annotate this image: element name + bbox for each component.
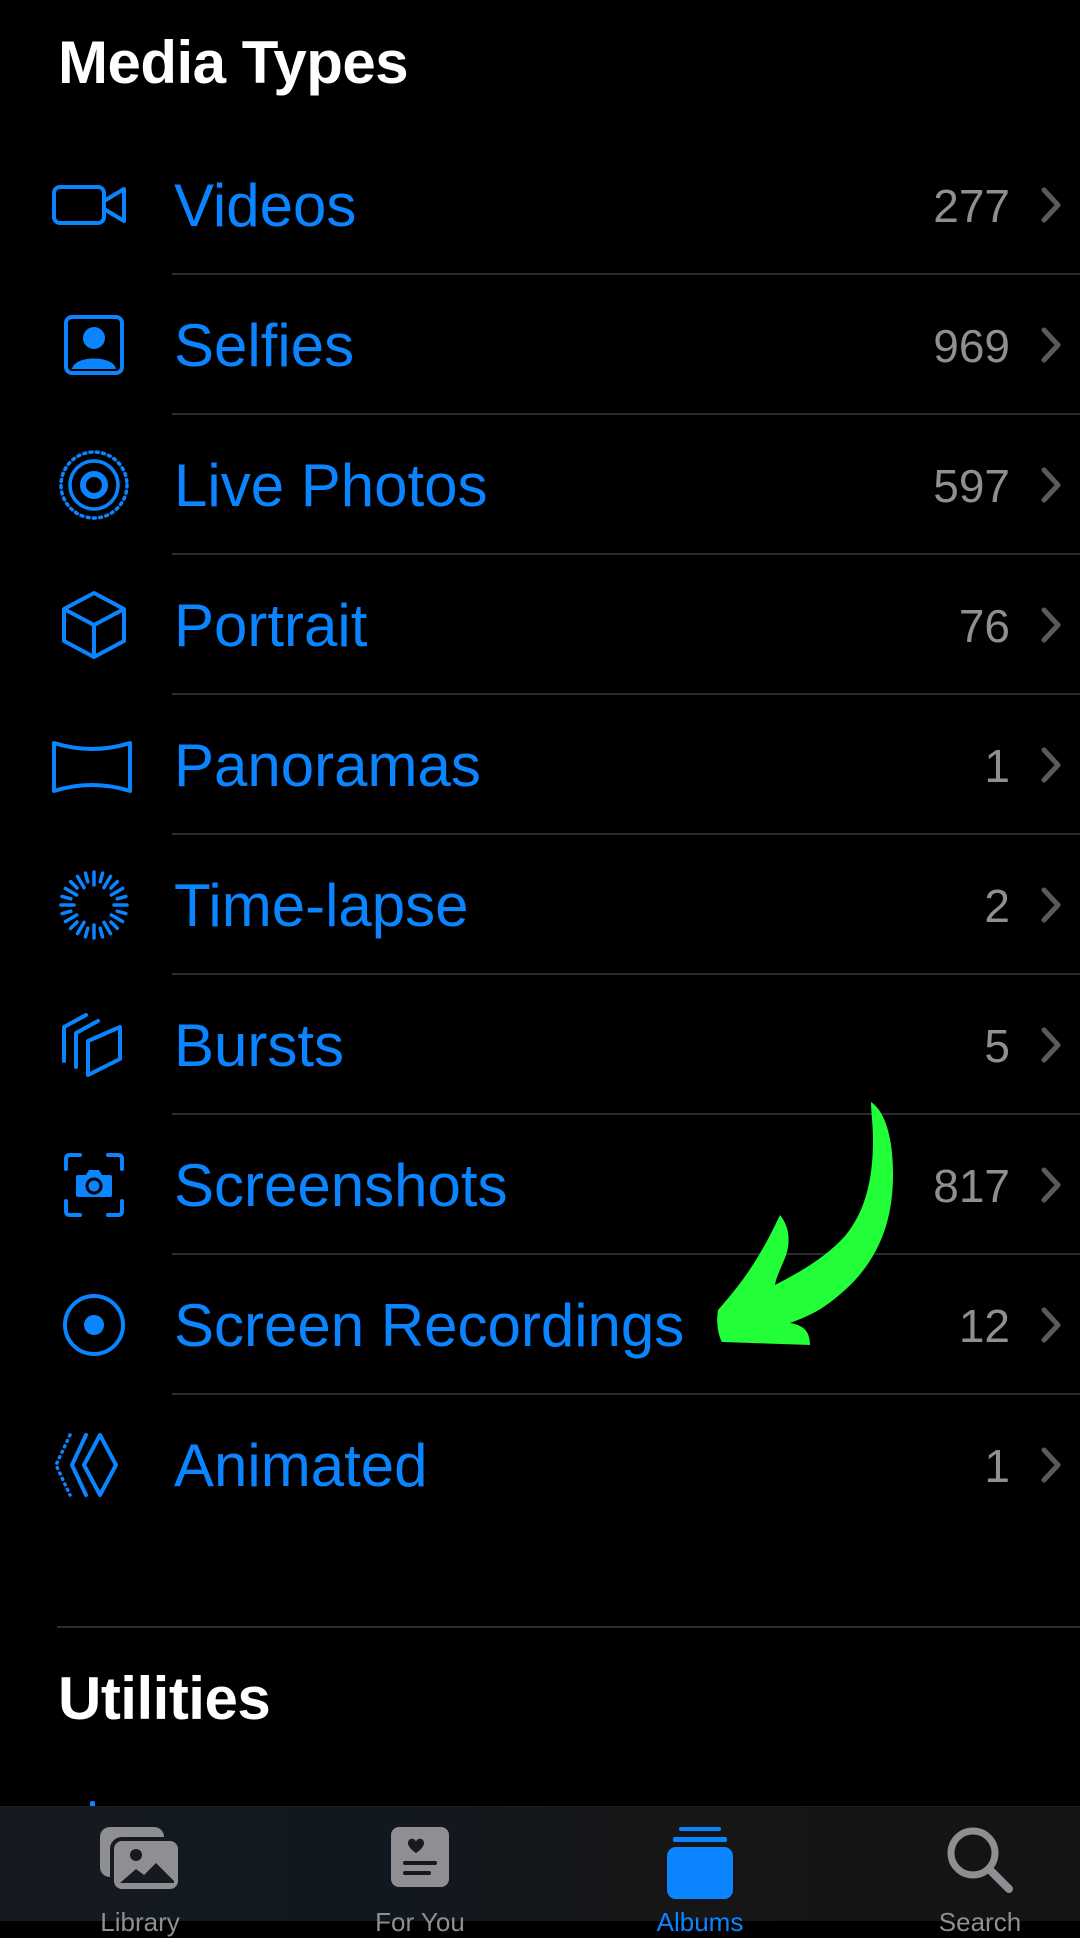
list-item-screenshots[interactable]: Screenshots 817	[0, 1115, 1080, 1255]
item-count: 817	[933, 1160, 1010, 1212]
chevron-right-icon	[1041, 607, 1061, 643]
timelapse-tick	[68, 920, 79, 931]
timelapse-tick	[115, 894, 128, 901]
timelapse-tick	[63, 886, 79, 897]
section-divider	[57, 1626, 1080, 1628]
cube-icon	[50, 591, 134, 659]
chevron-right-icon	[1041, 1307, 1061, 1343]
chevron-right-icon	[1041, 1167, 1061, 1203]
timelapse-tick	[83, 926, 90, 939]
chevron-right-icon	[1041, 187, 1061, 223]
tab-label: Library	[100, 1907, 180, 1937]
list-item-label: Screenshots	[174, 1152, 508, 1219]
list-item-label: Bursts	[174, 1012, 345, 1079]
tab-label: Albums	[656, 1907, 744, 1937]
timelapse-tick	[68, 879, 79, 890]
chevron-right-icon	[1041, 327, 1061, 363]
chevron-right-icon	[1041, 1447, 1061, 1483]
list-item-videos[interactable]: Videos 277	[0, 135, 1080, 275]
timelapse-tick	[109, 879, 120, 890]
utilities-heading: Utilities	[58, 1665, 271, 1732]
timelapse-tick	[102, 920, 113, 936]
item-count: 12	[958, 1300, 1010, 1352]
timelapse-tick	[60, 894, 73, 901]
list-item-time-lapse[interactable]: Time-lapse 2	[0, 835, 1080, 975]
item-count: 597	[933, 460, 1010, 512]
list-item-label: Live Photos	[174, 452, 488, 519]
tab-bar: Library For You Albums Search	[0, 1806, 1080, 1937]
item-count: 76	[958, 600, 1010, 652]
timelapse-tick	[60, 909, 73, 916]
item-count: 969	[933, 320, 1010, 372]
list-item-bursts[interactable]: Bursts 5	[0, 975, 1080, 1115]
list-item-label: Portrait	[174, 592, 368, 659]
item-count: 1	[984, 740, 1010, 792]
live-photo-icon	[50, 450, 134, 520]
timelapse-tick	[98, 926, 105, 939]
list-item-panoramas[interactable]: Panoramas 1	[0, 695, 1080, 835]
list-item-label: Selfies	[174, 312, 355, 379]
item-count: 5	[984, 1020, 1010, 1072]
for-you-icon	[391, 1827, 449, 1887]
item-count: 277	[933, 180, 1010, 232]
media-types-list: Videos 277 Selfies 969 Live Photos 597 P…	[0, 135, 1080, 1535]
timelapse-tick	[109, 913, 125, 924]
item-count: 2	[984, 880, 1010, 932]
list-item-animated[interactable]: Animated 1	[0, 1395, 1080, 1535]
albums-icon	[667, 1827, 733, 1899]
list-item-live-photos[interactable]: Live Photos 597	[0, 415, 1080, 555]
timelapse-tick	[75, 920, 86, 936]
timelapse-tick	[98, 871, 105, 884]
timelapse-tick	[115, 909, 128, 916]
screen-recording-icon	[50, 1293, 134, 1357]
list-item-selfies[interactable]: Selfies 969	[0, 275, 1080, 415]
tab-albums[interactable]: Albums	[565, 1807, 835, 1937]
item-count: 1	[984, 1440, 1010, 1492]
media-types-heading: Media Types	[58, 29, 409, 96]
timelapse-tick	[109, 886, 125, 897]
list-item-label: Screen Recordings	[174, 1292, 685, 1359]
chevron-right-icon	[1041, 1027, 1061, 1063]
timelapse-tick	[75, 874, 86, 890]
video-icon	[50, 173, 134, 237]
list-item-screen-recordings[interactable]: Screen Recordings 12	[0, 1255, 1080, 1395]
chevron-right-icon	[1041, 747, 1061, 783]
timelapse-tick	[63, 913, 79, 924]
timelapse-tick	[83, 871, 90, 884]
list-item-label: Panoramas	[174, 732, 481, 799]
tab-for-you[interactable]: For You	[285, 1807, 555, 1937]
timelapse-tick	[102, 874, 113, 890]
list-item-label: Animated	[174, 1432, 428, 1499]
photo-library-icon	[100, 1827, 182, 1893]
list-item-label: Time-lapse	[174, 872, 469, 939]
selfie-icon	[50, 313, 134, 377]
tab-search[interactable]: Search	[845, 1807, 1080, 1937]
bursts-icon	[50, 1013, 134, 1077]
chevron-right-icon	[1041, 467, 1061, 503]
panorama-icon	[50, 733, 134, 797]
list-item-portrait[interactable]: Portrait 76	[0, 555, 1080, 695]
search-icon	[947, 1827, 1013, 1893]
chevron-right-icon	[1041, 887, 1061, 923]
list-item-label: Videos	[174, 172, 357, 239]
tab-label: For You	[375, 1907, 465, 1937]
tab-library[interactable]: Library	[5, 1807, 275, 1937]
animated-icon	[50, 1433, 134, 1497]
timelapse-icon	[50, 870, 134, 940]
timelapse-tick	[109, 920, 120, 931]
tab-label: Search	[938, 1907, 1022, 1937]
screenshot-icon	[50, 1153, 134, 1217]
